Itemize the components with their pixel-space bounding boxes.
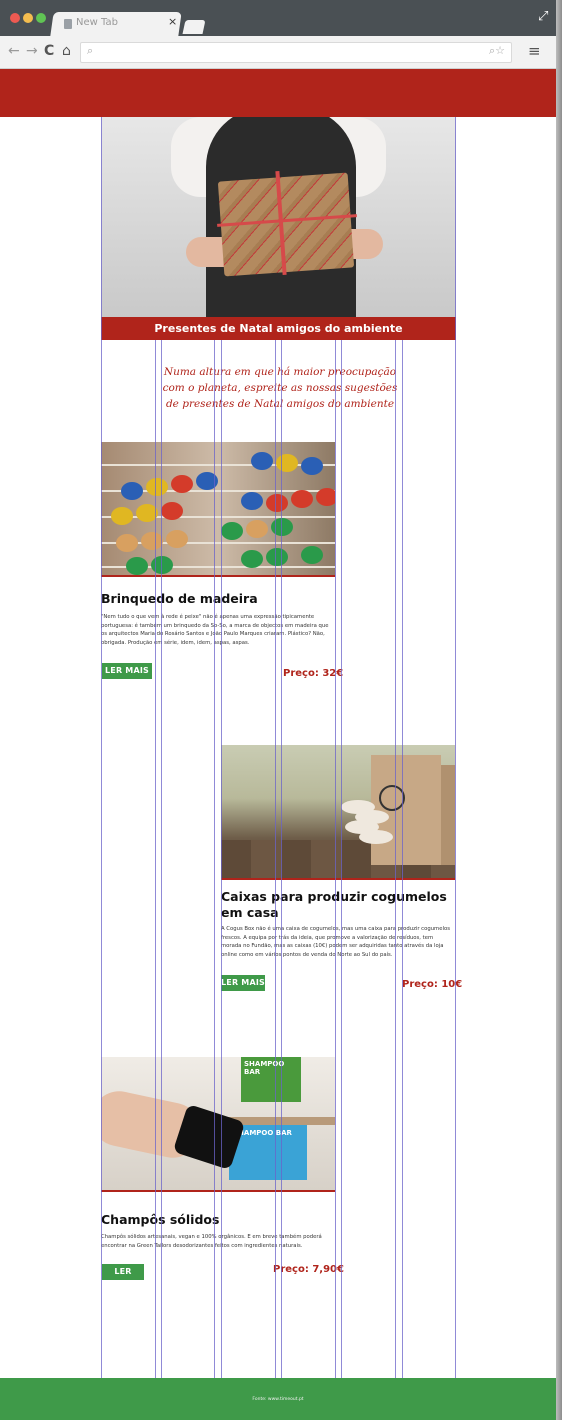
tab-title: New Tab (76, 17, 118, 28)
product-price: Preço: 32€ (283, 668, 344, 679)
maximize-window-button[interactable] (36, 13, 46, 23)
fullscreen-icon[interactable]: ⤢ (538, 9, 548, 24)
read-more-button[interactable]: LER MAIS (102, 663, 152, 679)
product-price: Preço: 7,90€ (273, 1264, 344, 1275)
reload-icon[interactable]: C (44, 43, 54, 59)
hero-image-gift (101, 117, 456, 317)
page-header-bar (0, 69, 556, 117)
product-title[interactable]: Champôs sólidos (101, 1212, 341, 1228)
product-description: Champôs sólidos artesanais, vegan e 100%… (101, 1234, 322, 1249)
product-price: Preço: 10€ (402, 979, 463, 990)
browser-toolbar: ← → C ⌂ ⌕ ⌕☆ ≡ (0, 36, 562, 69)
browser-tab[interactable]: New Tab × (58, 12, 180, 36)
read-more-button[interactable]: LER MAIS (221, 975, 265, 991)
close-window-button[interactable] (10, 13, 20, 23)
back-arrow-icon[interactable]: ← (8, 43, 20, 59)
product-image-mushrooms[interactable] (221, 745, 455, 880)
product-title[interactable]: Caixas para produzir cogumelos em casa (221, 889, 457, 921)
bookmark-star-icon[interactable]: ⌕☆ (489, 44, 505, 58)
intro-text: Numa altura em que há maior preocupação … (162, 366, 398, 410)
product-description: A Cogus Box não é uma caixa de cogumelos… (221, 926, 450, 958)
home-icon[interactable]: ⌂ (62, 43, 71, 59)
hamburger-menu-icon[interactable]: ≡ (528, 42, 541, 60)
window-edge (556, 0, 562, 1420)
hero-banner-title: Presentes de Natal amigos do ambiente (101, 317, 456, 340)
product-description: "Nem tudo o que vem à rede é peixe" não … (101, 614, 329, 646)
minimize-window-button[interactable] (23, 13, 33, 23)
forward-arrow-icon[interactable]: → (26, 43, 38, 59)
product-image-abacus[interactable] (101, 442, 335, 577)
shampoo-box-label: SHAMPOO BAR (241, 1057, 301, 1102)
address-bar[interactable]: ⌕ ⌕☆ (80, 42, 512, 63)
tab-close-icon[interactable]: × (168, 15, 177, 28)
product-image-shampoo[interactable]: SHAMPOO BAR SHAMPOO BAR (101, 1057, 335, 1192)
footer-source-text: Fonte: www.timeout.pt (252, 1397, 304, 1402)
read-more-button[interactable]: LER MAIS (102, 1264, 144, 1292)
product-title[interactable]: Brinquedo de madeira (101, 591, 341, 607)
page-icon (64, 19, 72, 29)
new-tab-button[interactable] (182, 20, 206, 34)
search-icon: ⌕ (87, 44, 94, 57)
